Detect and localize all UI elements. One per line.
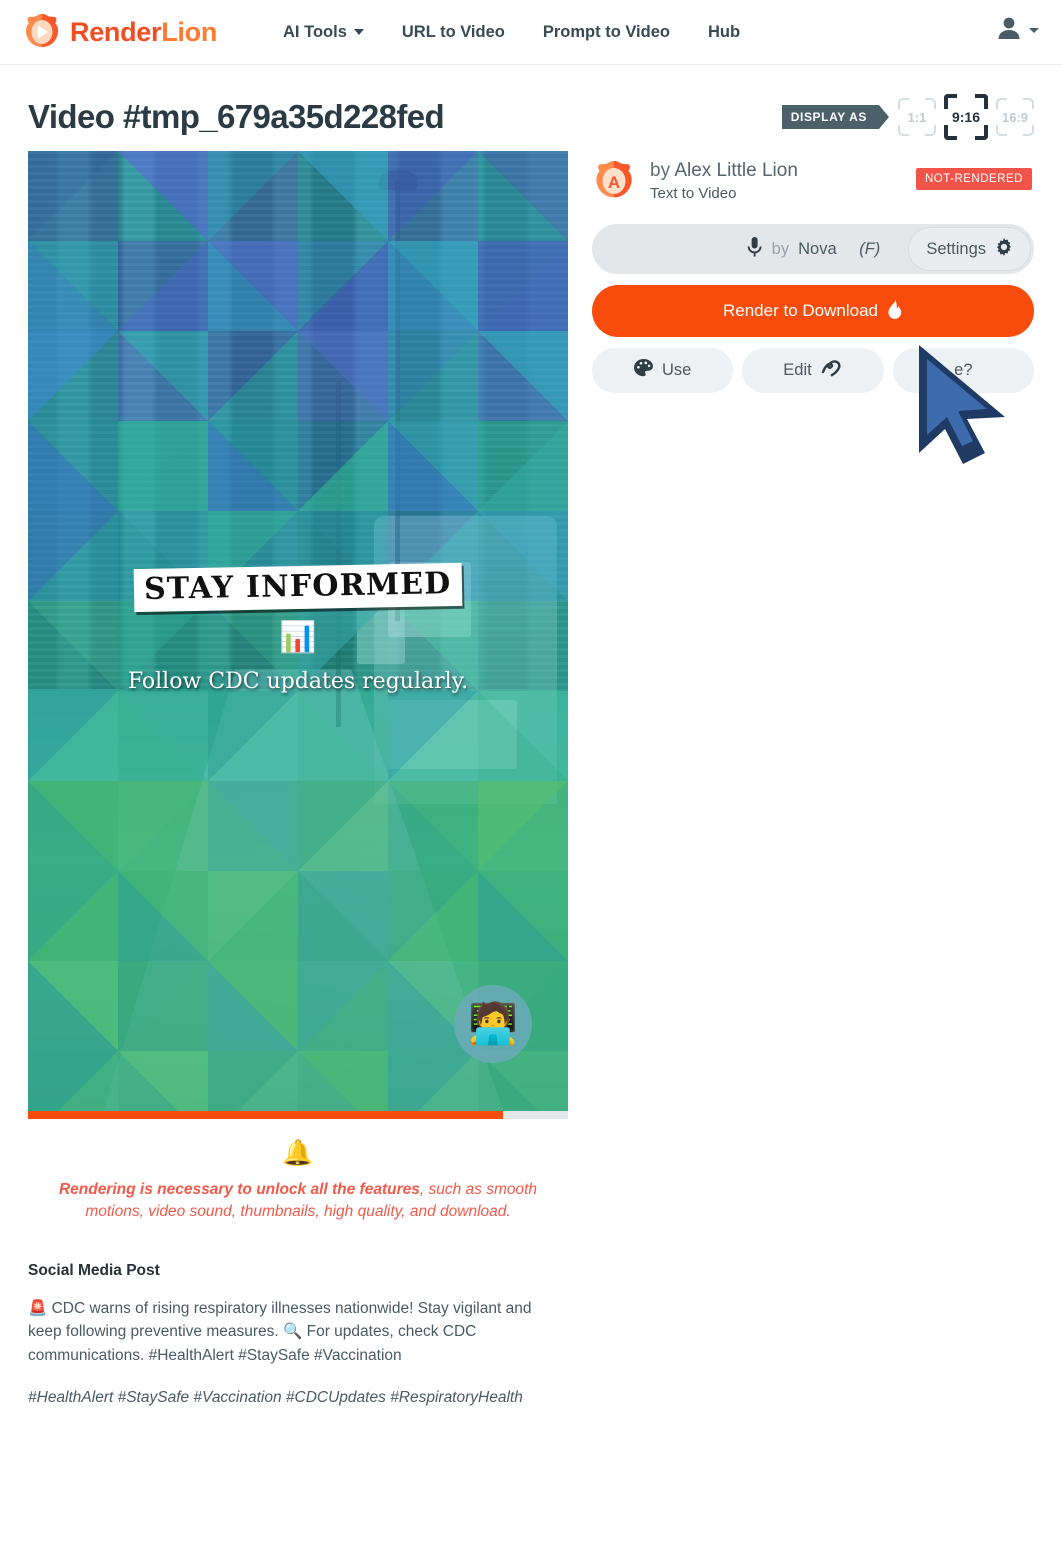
lion-play-icon <box>22 12 62 52</box>
author-name-line: by Alex Little Lion <box>650 160 798 182</box>
palette-icon <box>633 359 653 382</box>
top-navigation-bar: RenderLion AI Tools URL to Video Prompt … <box>0 0 1062 65</box>
voice-settings-button[interactable]: Settings <box>908 227 1031 271</box>
bar-chart-icon: 📊 <box>279 621 317 654</box>
social-media-post-hashtags: #HealthAlert #StaySafe #Vaccination #CDC… <box>28 1388 523 1406</box>
status-badge: NOT-RENDERED <box>915 168 1032 190</box>
author-row: A by Alex Little Lion Text to Video NOT-… <box>592 154 1034 208</box>
third-action-button-label: e? <box>954 361 973 379</box>
voice-settings-label: Settings <box>926 239 986 258</box>
display-as-control: DISPLAY AS 1:1 9:16 16:9 <box>781 94 1034 140</box>
ratio-button-1-1-label: 1:1 <box>907 109 927 125</box>
use-button[interactable]: Use <box>592 348 734 393</box>
video-caption-block: STAY INFORMED 📊 Follow CDC updates regul… <box>28 562 568 694</box>
content-kind-label: Text to Video <box>650 185 737 203</box>
logo-text: RenderLion <box>70 17 217 48</box>
video-subtitle: Follow CDC updates regularly. <box>127 669 469 694</box>
secondary-action-row: Use Edit e? <box>592 348 1034 393</box>
social-media-post-body: 🚨 CDC warns of rising respiratory illnes… <box>28 1299 532 1365</box>
edit-button-label: Edit <box>783 361 812 379</box>
page-header-row: Video #tmp_679a35d228fed DISPLAY AS 1:1 … <box>28 65 1034 151</box>
render-to-download-button[interactable]: Render to Download <box>592 285 1034 337</box>
alert-bell-icon: 🔔 <box>282 1139 314 1167</box>
corner-bracket-icon <box>1023 98 1034 109</box>
ratio-button-9-16-label: 9:16 <box>951 109 981 125</box>
squiggle-icon <box>821 359 843 383</box>
video-column: STAY INFORMED 📊 Follow CDC updates regul… <box>28 151 568 1409</box>
author-name: Alex Little Lion <box>674 159 798 181</box>
nav-item-ai-tools-label: AI Tools <box>283 22 347 41</box>
nav-item-hub[interactable]: Hub <box>708 23 740 42</box>
ratio-button-9-16[interactable]: 9:16 <box>944 94 988 140</box>
corner-bracket-icon <box>898 125 909 136</box>
voice-selector-bar[interactable]: by Nova (F) Settings <box>592 224 1034 274</box>
main-nav: AI Tools URL to Video Prompt to Video Hu… <box>283 23 740 42</box>
avatar[interactable]: A <box>592 159 636 203</box>
render-to-download-label: Render to Download <box>723 301 878 320</box>
video-headline: STAY INFORMED <box>133 562 463 613</box>
ratio-button-16-9-label: 16:9 <box>1001 109 1029 125</box>
nav-item-ai-tools[interactable]: AI Tools <box>283 23 364 42</box>
social-media-post-title: Social Media Post <box>28 1261 160 1279</box>
person-at-desk-icon: 🧑‍💻 <box>454 985 532 1063</box>
render-notice: 🔔 Rendering is necessary to unlock all t… <box>28 1119 568 1224</box>
corner-bracket-icon <box>898 98 909 109</box>
corner-bracket-icon <box>975 125 988 140</box>
voice-label: by Nova (F) <box>746 236 881 263</box>
page-title: Video #tmp_679a35d228fed <box>28 98 445 135</box>
nav-item-prompt-to-video[interactable]: Prompt to Video <box>543 23 670 42</box>
corner-bracket-icon <box>996 125 1007 136</box>
third-action-button[interactable]: e? <box>892 348 1034 393</box>
display-as-label: DISPLAY AS <box>781 105 890 129</box>
gear-icon <box>995 237 1013 261</box>
voice-name: Nova <box>798 239 837 258</box>
voice-prefix: by <box>771 239 790 258</box>
nav-item-url-to-video[interactable]: URL to Video <box>402 23 505 42</box>
video-progress-bar[interactable] <box>28 1111 568 1119</box>
render-notice-text: Rendering is necessary to unlock all the… <box>46 1179 550 1224</box>
logo-text-render: Render <box>70 16 162 47</box>
fire-icon <box>886 298 903 324</box>
use-button-label: Use <box>661 361 692 379</box>
account-chevron-down-icon <box>1028 22 1040 40</box>
social-media-post-section: Social Media Post 🚨 CDC warns of rising … <box>28 1262 568 1409</box>
corner-bracket-icon <box>1023 125 1034 136</box>
controls-column: A by Alex Little Lion Text to Video NOT-… <box>592 151 1034 393</box>
logo-home-link[interactable]: RenderLion <box>22 12 217 52</box>
corner-bracket-icon <box>996 98 1007 109</box>
avatar-initial: A <box>608 173 620 192</box>
user-icon <box>994 13 1024 48</box>
video-preview[interactable]: STAY INFORMED 📊 Follow CDC updates regul… <box>28 151 568 1111</box>
corner-bracket-icon <box>925 98 936 109</box>
microphone-icon <box>746 236 763 263</box>
edit-button[interactable]: Edit <box>742 348 884 393</box>
voice-gender: (F) <box>859 239 881 258</box>
corner-bracket-icon <box>944 125 957 140</box>
main-content: STAY INFORMED 📊 Follow CDC updates regul… <box>28 151 1034 1409</box>
corner-bracket-icon <box>925 125 936 136</box>
ratio-button-16-9[interactable]: 16:9 <box>996 98 1034 136</box>
ratio-button-1-1[interactable]: 1:1 <box>898 98 936 136</box>
author-prefix: by <box>650 159 675 181</box>
page-body: Video #tmp_679a35d228fed DISPLAY AS 1:1 … <box>0 65 1062 1409</box>
corner-bracket-icon <box>975 94 988 109</box>
author-meta: by Alex Little Lion Text to Video <box>650 160 798 203</box>
account-menu-button[interactable] <box>994 13 1040 48</box>
chevron-down-icon <box>353 29 364 35</box>
video-progress-fill <box>28 1111 504 1119</box>
corner-bracket-icon <box>944 94 957 109</box>
logo-text-lion: Lion <box>161 16 218 47</box>
render-notice-strong: Rendering is necessary to unlock all the… <box>58 1181 420 1198</box>
